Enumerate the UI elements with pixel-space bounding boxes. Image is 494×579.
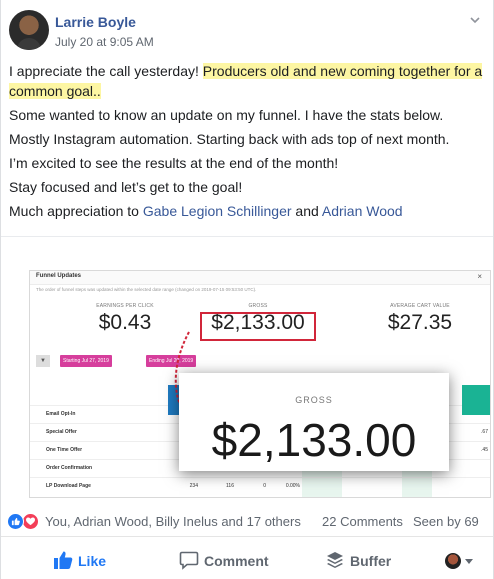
stat-average-cart-value: AVERAGE CART VALUE $27.35 — [387, 303, 453, 334]
seen-by-count[interactable]: Seen by 69 — [413, 514, 479, 529]
screenshot-titlebar: Funnel Updates × — [30, 271, 490, 285]
mention-link[interactable]: Adrian Wood — [322, 203, 403, 219]
author-name[interactable]: Larrie Boyle — [55, 14, 136, 30]
reaction-names[interactable]: You, Adrian Wood, Billy Inelus and 17 ot… — [45, 514, 301, 529]
close-icon: × — [477, 272, 482, 281]
start-date-filter: Starting Jul 27, 2019 — [60, 355, 112, 367]
post-timestamp[interactable]: July 20 at 9:05 AM — [55, 35, 154, 49]
action-bar: Like Comment Buffer — [1, 540, 493, 579]
thumbs-up-icon — [54, 551, 73, 569]
post-line-1: I appreciate the call yesterday! Produce… — [9, 63, 483, 99]
mention-link[interactable]: Gabe Legion Schillinger — [143, 203, 292, 219]
table-row: LP Download Page 234 116 0 0.00% — [30, 477, 490, 493]
screenshot-subtitle: The order of funnel steps was updated wi… — [36, 287, 257, 292]
comment-icon — [179, 551, 199, 570]
reaction-avatar[interactable] — [445, 553, 461, 569]
facebook-post: Larrie Boyle July 20 at 9:05 AM I apprec… — [0, 0, 494, 579]
zoomed-gross-callout: GROSS $2,133.00 — [179, 373, 449, 471]
caret-down-icon[interactable] — [465, 559, 473, 564]
comments-count[interactable]: 22 Comments — [322, 514, 403, 529]
author-avatar[interactable] — [9, 10, 49, 50]
stack-icon — [327, 552, 343, 568]
zoom-label: GROSS — [295, 395, 333, 405]
post-line-6: Much appreciation to Gabe Legion Schilli… — [9, 203, 403, 219]
post-line-5: Stay focused and let’s get to the goal! — [9, 179, 243, 195]
post-header: Larrie Boyle July 20 at 9:05 AM — [9, 10, 485, 54]
divider — [1, 236, 493, 237]
post-line-3: Mostly Instagram automation. Starting ba… — [9, 131, 450, 147]
screenshot-title: Funnel Updates — [36, 273, 82, 279]
post-body: I appreciate the call yesterday! Produce… — [9, 61, 485, 225]
zoom-value: $2,133.00 — [211, 414, 417, 466]
post-line-2: Some wanted to know an update on my funn… — [9, 107, 444, 123]
like-reaction-icon[interactable] — [7, 513, 24, 530]
filter-icon: ▼ — [36, 355, 50, 367]
love-reaction-icon[interactable] — [22, 513, 39, 530]
post-line-4: I’m excited to see the results at the en… — [9, 155, 339, 171]
reactions-bar: You, Adrian Wood, Billy Inelus and 17 ot… — [1, 503, 493, 537]
table-header-accent — [462, 385, 490, 415]
chevron-down-icon[interactable] — [469, 14, 481, 26]
